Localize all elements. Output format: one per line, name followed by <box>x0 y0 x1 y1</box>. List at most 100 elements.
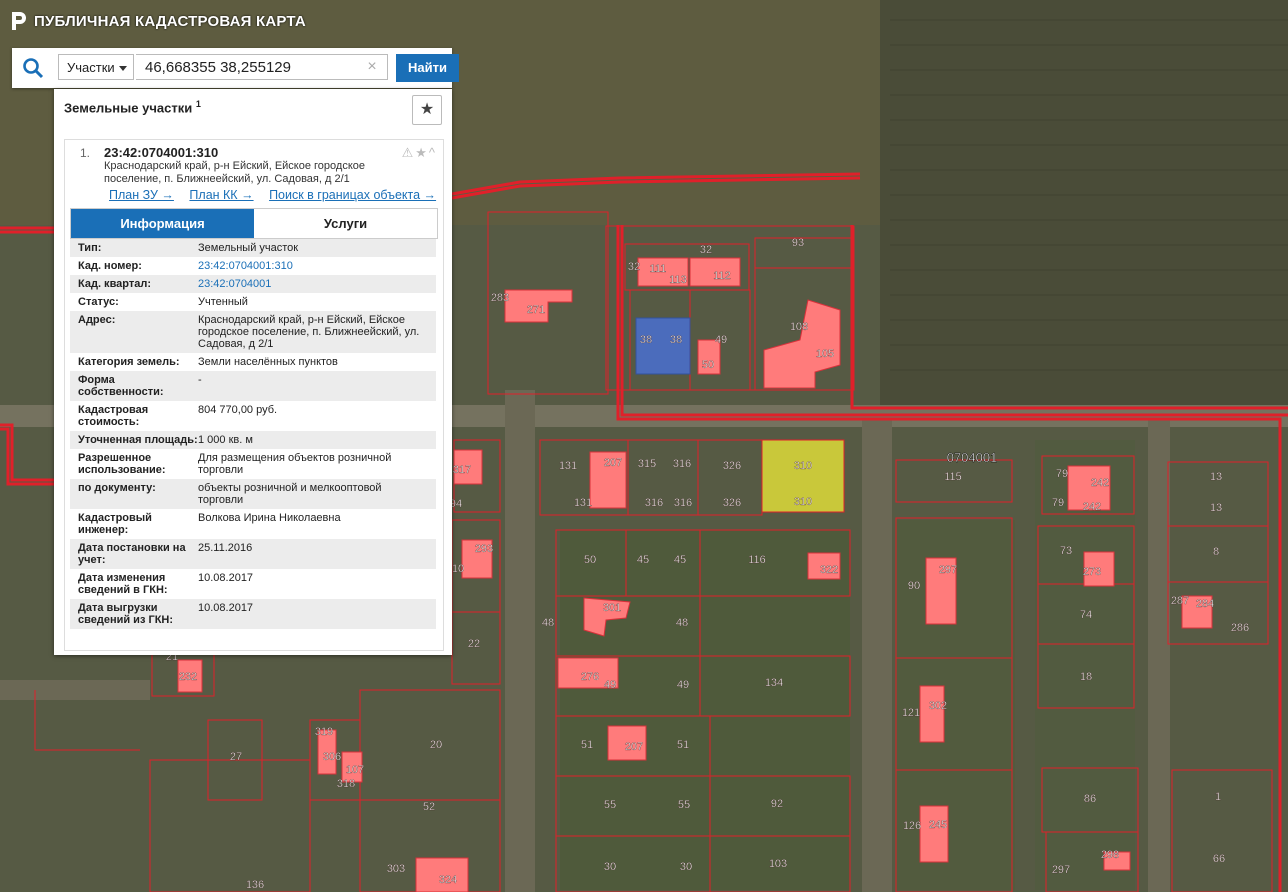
parcel-label[interactable]: 242 <box>1083 501 1102 513</box>
parcel-label[interactable]: 50 <box>584 554 597 566</box>
parcel-label[interactable]: 131 <box>559 460 578 472</box>
info-value[interactable]: 23:42:0704001 <box>198 278 436 290</box>
plan-zu-link[interactable]: План ЗУ → <box>109 188 174 202</box>
parcel-label[interactable]: 86 <box>1084 793 1097 805</box>
parcel-label[interactable]: 51 <box>677 739 690 751</box>
parcel-label[interactable]: 49 <box>677 679 690 691</box>
parcel-label[interactable]: 276 <box>581 671 600 683</box>
search-in-bounds-link[interactable]: Поиск в границах объекта → <box>269 188 436 202</box>
parcel-label[interactable]: 301 <box>603 602 622 614</box>
parcel-label[interactable]: 20 <box>430 739 443 751</box>
parcel-label[interactable]: 18 <box>1080 671 1093 683</box>
favorite-button[interactable]: ★ <box>412 95 442 125</box>
parcel-label[interactable]: 55 <box>604 799 617 811</box>
parcel-label[interactable]: 297 <box>939 564 958 576</box>
parcel-label[interactable]: 284 <box>1196 598 1215 610</box>
parcel-label[interactable]: 298 <box>1101 849 1120 861</box>
parcel-label[interactable]: 324 <box>439 874 458 886</box>
parcel-label[interactable]: 303 <box>387 863 406 875</box>
parcel-label[interactable]: 27 <box>230 751 243 763</box>
parcel-label[interactable]: 283 <box>491 292 510 304</box>
parcel-label[interactable]: 113 <box>669 274 687 286</box>
parcel-label[interactable]: 48 <box>676 617 689 629</box>
clear-icon[interactable]: × <box>362 54 382 80</box>
parcel-label[interactable]: 136 <box>246 879 265 891</box>
parcel-label[interactable]: 10 <box>452 563 465 575</box>
parcel-label[interactable]: 52 <box>423 801 436 813</box>
parcel-label[interactable]: 319 <box>315 726 334 738</box>
parcel-label[interactable]: 273 <box>1083 566 1102 578</box>
parcel-label[interactable]: 49 <box>604 679 617 691</box>
parcel-label[interactable]: 93 <box>792 237 805 249</box>
tab-information[interactable]: Информация <box>71 209 254 238</box>
parcel-label[interactable]: 318 <box>337 778 356 790</box>
parcel-label[interactable]: 306 <box>323 751 342 763</box>
parcel-label[interactable]: 207 <box>604 457 623 469</box>
parcel-label[interactable]: 108 <box>790 321 809 333</box>
search-type-select[interactable]: Участки <box>58 54 134 80</box>
search-icon[interactable] <box>22 57 44 79</box>
parcel-label[interactable]: 66 <box>1213 853 1226 865</box>
parcel-label[interactable]: 297 <box>1052 864 1071 876</box>
parcel-label[interactable]: 45 <box>674 554 687 566</box>
parcel-label[interactable]: 92 <box>771 798 784 810</box>
parcel-label[interactable]: 50 <box>702 359 715 371</box>
parcel-label[interactable]: 242 <box>1091 477 1110 489</box>
parcel-label[interactable]: 103 <box>769 858 788 870</box>
parcel-label[interactable]: 207 <box>625 741 644 753</box>
parcel-label[interactable]: 121 <box>902 707 921 719</box>
result-cadastral-number[interactable]: 23:42:0704001:310 <box>104 145 218 160</box>
parcel-label[interactable]: 13 <box>1210 471 1223 483</box>
parcel-label[interactable]: 48 <box>542 617 555 629</box>
parcel-label[interactable]: 310 <box>794 460 813 472</box>
parcel-label[interactable]: 316 <box>674 497 693 509</box>
parcel-label[interactable]: 287 <box>1171 595 1190 607</box>
parcel-label[interactable]: 38 <box>640 334 653 346</box>
parcel-label[interactable]: 232 <box>179 671 198 683</box>
parcel-label[interactable]: 317 <box>453 464 472 476</box>
parcel-label[interactable]: 116 <box>748 554 766 566</box>
tab-services[interactable]: Услуги <box>254 209 437 238</box>
parcel-label[interactable]: 286 <box>1231 622 1250 634</box>
parcel-label[interactable]: 90 <box>908 580 921 592</box>
parcel-label[interactable]: 32 <box>700 244 713 256</box>
parcel-label[interactable]: 45 <box>637 554 650 566</box>
parcel-label[interactable]: 131 <box>574 497 593 509</box>
parcel-label[interactable]: 316 <box>645 497 664 509</box>
parcel-label[interactable]: 271 <box>527 304 546 316</box>
parcel-label[interactable]: 30 <box>604 861 617 873</box>
parcel-label[interactable]: 22 <box>468 638 481 650</box>
parcel-label[interactable]: 111 <box>649 263 667 275</box>
parcel-label[interactable]: 55 <box>678 799 691 811</box>
result-actions-icon[interactable]: ⚠★^ <box>402 145 437 161</box>
parcel-label[interactable]: 51 <box>581 739 594 751</box>
parcel-label[interactable]: 326 <box>723 460 742 472</box>
parcel-label[interactable]: 322 <box>820 564 839 576</box>
parcel-label[interactable]: 126 <box>903 820 922 832</box>
parcel-label[interactable]: 79 <box>1052 497 1065 509</box>
parcel-label[interactable]: 245 <box>929 819 948 831</box>
info-value[interactable]: 23:42:0704001:310 <box>198 260 436 272</box>
parcel-label[interactable]: 302 <box>929 700 948 712</box>
parcel-label[interactable]: 8 <box>1213 546 1219 558</box>
parcel-label[interactable]: 32 <box>628 261 641 273</box>
parcel-label[interactable]: 74 <box>1080 609 1093 621</box>
parcel-label[interactable]: 112 <box>713 270 731 282</box>
parcel-label[interactable]: 73 <box>1060 545 1073 557</box>
parcel-label[interactable]: 107 <box>346 764 365 776</box>
parcel-label[interactable]: 326 <box>723 497 742 509</box>
plan-kk-link[interactable]: План КК → <box>189 188 253 202</box>
parcel-label[interactable]: 105 <box>816 348 835 360</box>
parcel-label[interactable]: 315 <box>638 458 657 470</box>
parcel-label[interactable]: 310 <box>794 496 813 508</box>
search-input[interactable]: 46,668355 38,255129 <box>136 54 388 80</box>
parcel-label[interactable]: 38 <box>670 334 683 346</box>
search-button[interactable]: Найти <box>396 54 459 82</box>
parcel-label[interactable]: 79 <box>1056 468 1069 480</box>
parcel-label[interactable]: 1 <box>1215 791 1221 803</box>
parcel-label[interactable]: 13 <box>1210 502 1223 514</box>
parcel-label[interactable]: 30 <box>680 861 693 873</box>
parcel-label[interactable]: 134 <box>765 677 784 689</box>
parcel-label[interactable]: 115 <box>944 471 962 483</box>
parcel-label[interactable]: 293 <box>475 543 494 555</box>
